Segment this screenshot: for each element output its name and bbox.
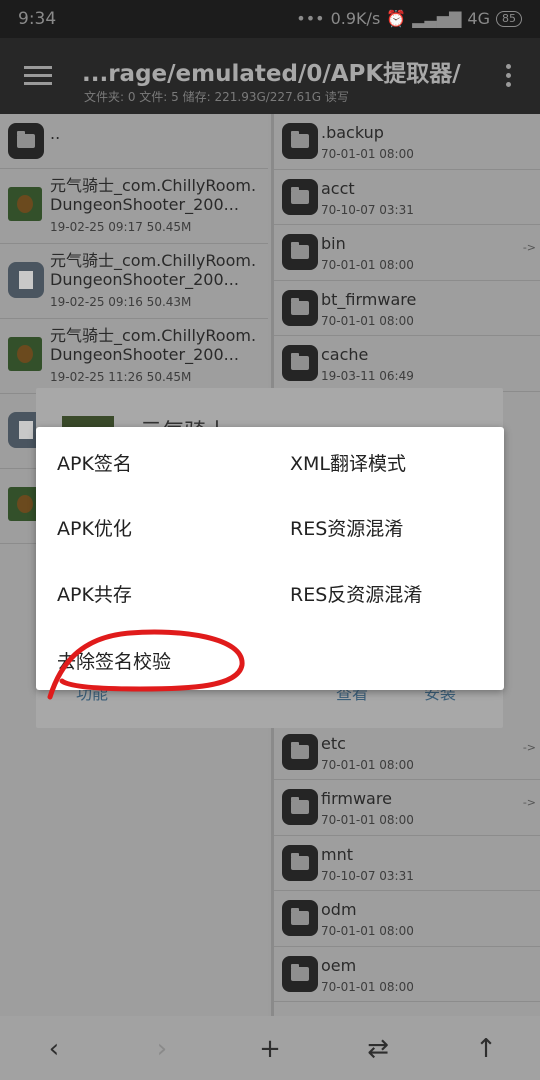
menu-item-res-deobfuscate[interactable]: RES反资源混淆	[290, 580, 422, 607]
menu-item-apk-sign[interactable]: APK签名	[57, 449, 132, 476]
folder-name: cache	[321, 345, 369, 364]
folder-row[interactable]: odm 70-01-01 08:00	[274, 891, 540, 947]
network-speed: 0.9K/s	[330, 9, 381, 28]
folder-row[interactable]: cache 19-03-11 06:49	[274, 336, 540, 392]
folder-name: bt_firmware	[321, 289, 417, 309]
folder-row[interactable]: oem 70-01-01 08:00	[274, 947, 540, 1002]
folder-name: bin	[321, 234, 346, 253]
folder-icon	[282, 844, 318, 881]
folder-meta: 70-01-01 08:00	[321, 258, 414, 272]
folder-row[interactable]: acct 70-10-07 03:31	[274, 170, 540, 225]
status-time: 9:34	[18, 9, 57, 29]
notification-dots: •••	[296, 9, 325, 28]
add-icon[interactable]: +	[250, 1034, 290, 1064]
folder-meta: 70-01-01 08:00	[321, 924, 414, 938]
menu-item-apk-coexist[interactable]: APK共存	[57, 580, 132, 607]
battery-indicator: 85	[496, 10, 522, 27]
folder-icon	[282, 733, 318, 770]
file-meta: 19-02-25 09:16 50.43M	[50, 295, 192, 309]
storage-info: 文件夹: 0 文件: 5 储存: 221.93G/227.61G 读写	[84, 90, 349, 104]
signal-icon: ▂▃▅▇	[412, 9, 462, 28]
folder-icon	[282, 289, 318, 326]
file-row[interactable]: 元气骑士_com.ChillyRoom.DungeonShooter_200..…	[0, 169, 268, 244]
folder-name: .backup	[321, 123, 384, 142]
menu-item-res-obfuscate[interactable]: RES资源混淆	[290, 514, 403, 541]
folder-row[interactable]: bt_firmware 70-01-01 08:00	[274, 281, 540, 336]
forward-arrow-icon[interactable]: ›	[142, 1034, 182, 1064]
bottom-toolbar: ‹ › + ⇄ ↑	[0, 1016, 540, 1080]
file-meta: 19-02-25 09:17 50.45M	[50, 220, 192, 234]
current-path: ...rage/emulated/0/APK提取器/	[82, 61, 461, 87]
parent-directory-label: ..	[50, 124, 61, 143]
folder-name: etc	[321, 733, 346, 753]
folder-row[interactable]: mnt 70-10-07 03:31	[274, 836, 540, 891]
parent-directory-row[interactable]: ..	[0, 114, 268, 169]
folder-row[interactable]: firmware 70-01-01 08:00 ->	[274, 780, 540, 836]
folder-row[interactable]: .backup 70-01-01 08:00	[274, 114, 540, 170]
folder-icon	[282, 345, 318, 381]
file-name: 元气骑士_com.ChillyRoom.DungeonShooter_200..…	[50, 251, 257, 289]
document-icon	[8, 262, 44, 298]
folder-meta: 19-03-11 06:49	[321, 369, 414, 383]
network-type: 4G	[467, 9, 490, 28]
folder-meta: 70-01-01 08:00	[321, 313, 414, 328]
symlink-arrow: ->	[522, 241, 536, 254]
folder-meta: 70-01-01 08:00	[321, 979, 414, 994]
status-bar: 9:34 ••• 0.9K/s ⏰ ▂▃▅▇ 4G 85	[0, 0, 540, 38]
menu-item-xml-translate[interactable]: XML翻译模式	[290, 449, 406, 476]
function-popup-menu: APK签名 XML翻译模式 APK优化 RES资源混淆 APK共存 RES反资源…	[36, 427, 504, 690]
app-bar: ...rage/emulated/0/APK提取器/ 文件夹: 0 文件: 5 …	[0, 38, 540, 114]
folder-name: odm	[321, 900, 357, 919]
symlink-arrow: ->	[522, 796, 536, 809]
file-name: 元气骑士_com.ChillyRoom.DungeonShooter_200..…	[50, 326, 257, 364]
folder-meta: 70-10-07 03:31	[321, 868, 414, 883]
folder-meta: 70-01-01 08:00	[321, 757, 414, 772]
folder-name: mnt	[321, 844, 353, 864]
folder-icon	[282, 178, 318, 215]
folder-icon	[282, 900, 318, 936]
alarm-icon: ⏰	[386, 9, 407, 28]
up-arrow-icon[interactable]: ↑	[466, 1034, 506, 1064]
status-indicators: ••• 0.9K/s ⏰ ▂▃▅▇ 4G 85	[296, 9, 522, 28]
folder-icon	[282, 789, 318, 825]
back-arrow-icon[interactable]: ‹	[34, 1034, 74, 1064]
apk-icon	[8, 187, 42, 221]
file-row[interactable]: 元气骑士_com.ChillyRoom.DungeonShooter_200..…	[0, 244, 268, 319]
folder-meta: 70-01-01 08:00	[321, 147, 414, 161]
folder-name: firmware	[321, 789, 392, 808]
folder-icon	[282, 234, 318, 270]
menu-item-remove-signature-check[interactable]: 去除签名校验	[57, 647, 171, 674]
folder-icon	[282, 123, 318, 159]
file-row[interactable]: 元气骑士_com.ChillyRoom.DungeonShooter_200..…	[0, 319, 268, 394]
hamburger-menu-icon[interactable]	[24, 66, 52, 86]
folder-meta: 70-10-07 03:31	[321, 202, 414, 217]
folder-row[interactable]: etc 70-01-01 08:00 ->	[274, 725, 540, 780]
file-name: 元气骑士_com.ChillyRoom.DungeonShooter_200..…	[50, 176, 257, 214]
folder-name: acct	[321, 178, 355, 198]
folder-icon	[282, 955, 318, 992]
apk-icon	[8, 337, 42, 371]
folder-icon	[8, 123, 44, 159]
folder-name: oem	[321, 955, 357, 975]
folder-meta: 70-01-01 08:00	[321, 813, 414, 827]
folder-row[interactable]: bin 70-01-01 08:00 ->	[274, 225, 540, 281]
file-meta: 19-02-25 11:26 50.45M	[50, 370, 192, 384]
menu-item-apk-optimize[interactable]: APK优化	[57, 514, 132, 541]
symlink-arrow: ->	[522, 740, 536, 754]
overflow-menu-icon[interactable]	[506, 64, 512, 91]
swap-icon[interactable]: ⇄	[358, 1034, 398, 1064]
